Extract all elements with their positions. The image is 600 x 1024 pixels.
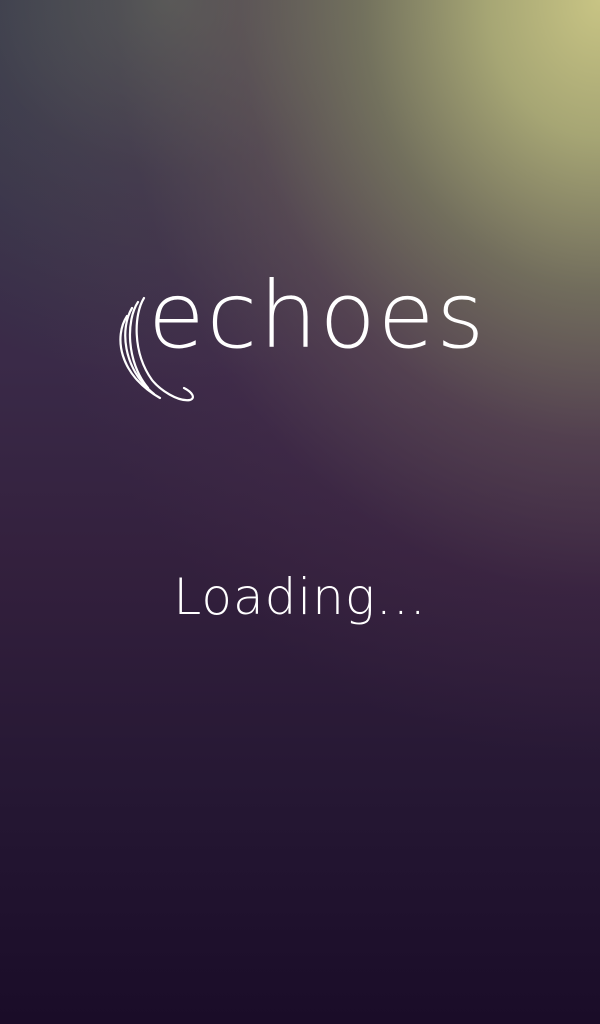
app-name: echoes bbox=[148, 262, 487, 369]
splash-screen: echoes Loading... bbox=[0, 0, 600, 1024]
loading-text: Loading... bbox=[173, 568, 427, 626]
app-logo: echoes bbox=[108, 270, 484, 402]
